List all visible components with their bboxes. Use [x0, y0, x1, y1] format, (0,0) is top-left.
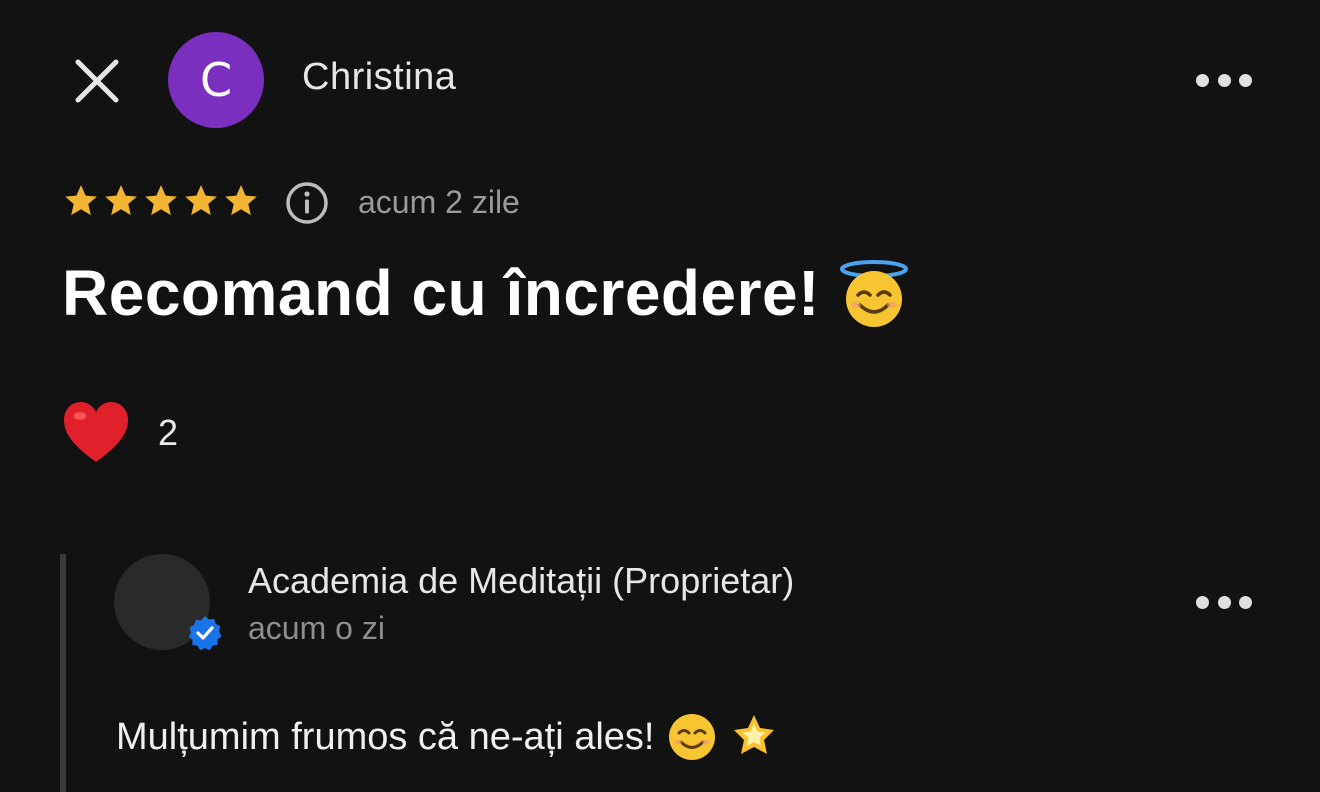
info-button[interactable]: [284, 180, 330, 226]
review-title-row: Recomand cu încredere!: [62, 256, 910, 330]
author-avatar[interactable]: C: [168, 32, 264, 128]
smiling-face-with-halo-icon: [839, 260, 908, 327]
verified-badge-icon: [188, 616, 222, 651]
more-dot-icon: [1196, 595, 1209, 609]
star-icon: [225, 185, 257, 216]
reply-timestamp: acum o zi: [248, 610, 385, 646]
more-dot-icon: [1239, 73, 1252, 87]
review-timestamp: acum 2 zile: [358, 184, 520, 220]
smiling-face-icon: [668, 714, 715, 760]
close-icon: [75, 59, 119, 103]
star-icon: [65, 185, 97, 216]
more-dot-icon: [1239, 595, 1252, 609]
reply-text: Mulțumim frumos că ne-ați ales!: [116, 715, 655, 758]
glowing-star-icon: [733, 715, 774, 754]
reply-text-row: Mulțumim frumos că ne-ați ales!: [116, 712, 779, 762]
star-icon: [145, 185, 177, 216]
more-dot-icon: [1217, 595, 1231, 609]
close-button[interactable]: [72, 56, 122, 106]
reaction-count: 2: [158, 412, 179, 453]
star-icon: [185, 185, 217, 216]
owner-name[interactable]: Academia de Meditații (Proprietar): [248, 560, 794, 602]
star-icon: [105, 185, 137, 216]
reply-more-button[interactable]: [1196, 590, 1252, 614]
author-name[interactable]: Christina: [302, 56, 456, 99]
red-heart-icon: [64, 402, 128, 462]
star-rating: [62, 182, 260, 220]
info-icon: [286, 182, 328, 224]
review-more-button[interactable]: [1196, 68, 1252, 92]
reaction-button[interactable]: 2: [62, 400, 178, 466]
avatar-letter: C: [199, 53, 233, 107]
more-dot-icon: [1217, 73, 1231, 87]
reply-divider: [60, 554, 66, 792]
more-dot-icon: [1196, 73, 1209, 87]
review-title: Recomand cu încredere!: [62, 257, 820, 329]
